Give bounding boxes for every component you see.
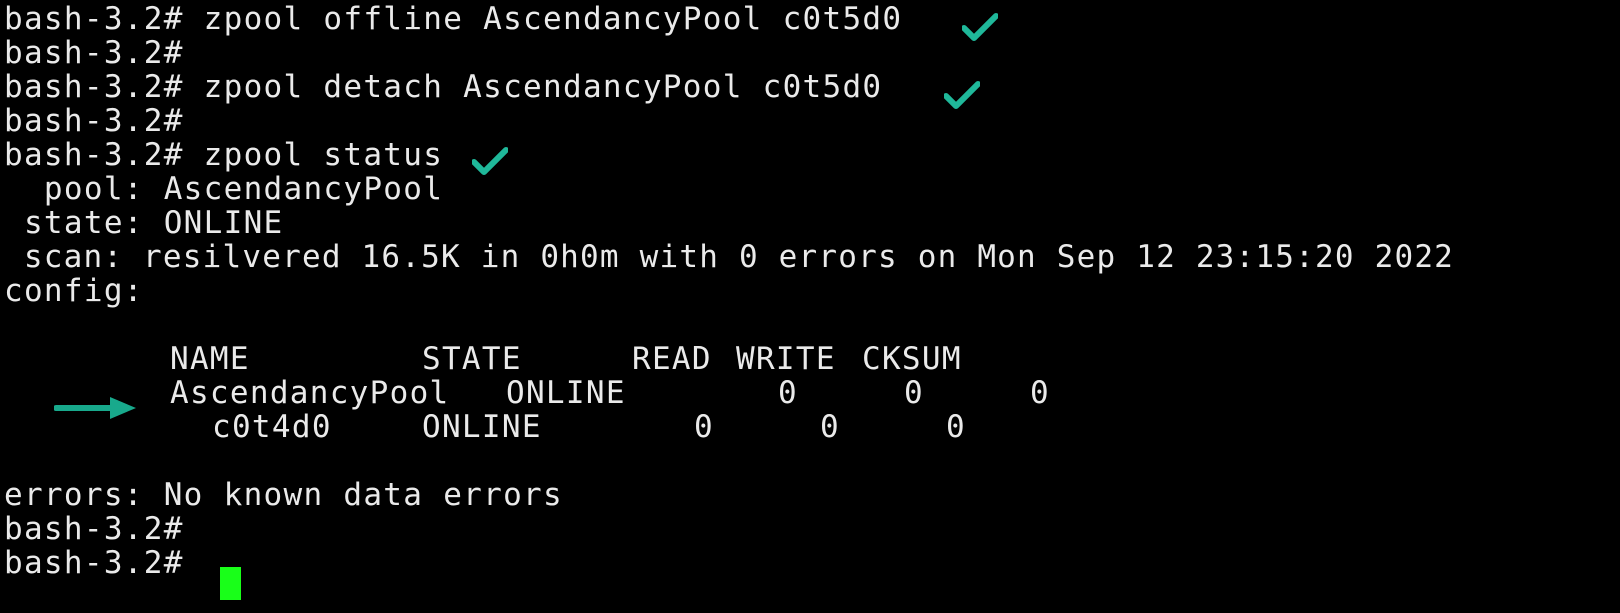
prompt-line: bash-3.2# [4,35,184,71]
command-line-offline: bash-3.2# zpool offline AscendancyPool c… [4,1,903,37]
status-scan-line: scan: resilvered 16.5K in 0h0m with 0 er… [4,239,1455,275]
table-cell-cksum: 0 [1030,375,1050,411]
table-cell-cksum: 0 [946,409,966,445]
table-header-cksum: CKSUM [862,341,962,377]
table-cell-name: AscendancyPool [170,375,450,411]
prompt-line-active[interactable]: bash-3.2# [4,546,184,581]
table-cell-write: 0 [904,375,924,411]
table-header-state: STATE [422,341,522,377]
table-header-write: WRITE [736,341,836,377]
check-mark-icon [472,146,508,176]
terminal-window[interactable]: bash-3.2# zpool offline AscendancyPool c… [0,0,1620,613]
table-header-read: READ [632,341,712,377]
table-header-name: NAME [170,341,250,377]
status-errors-line: errors: No known data errors [4,477,563,513]
right-arrow-icon [54,395,138,421]
prompt-line: bash-3.2# [4,511,184,547]
terminal-cursor[interactable] [220,567,241,600]
prompt-line: bash-3.2# [4,103,184,139]
status-pool-line: pool: AscendancyPool [4,171,444,207]
table-cell-state: ONLINE [506,375,626,411]
table-cell-state: ONLINE [422,409,542,445]
table-cell-read: 0 [778,375,798,411]
table-cell-name: c0t4d0 [212,409,332,445]
status-config-line: config: [4,273,144,309]
command-line-status: bash-3.2# zpool status [4,137,444,173]
check-mark-icon [944,80,980,110]
command-line-detach: bash-3.2# zpool detach AscendancyPool c0… [4,69,883,105]
table-cell-read: 0 [694,409,714,445]
table-cell-write: 0 [820,409,840,445]
check-mark-icon [962,12,998,42]
status-state-line: state: ONLINE [4,205,284,241]
